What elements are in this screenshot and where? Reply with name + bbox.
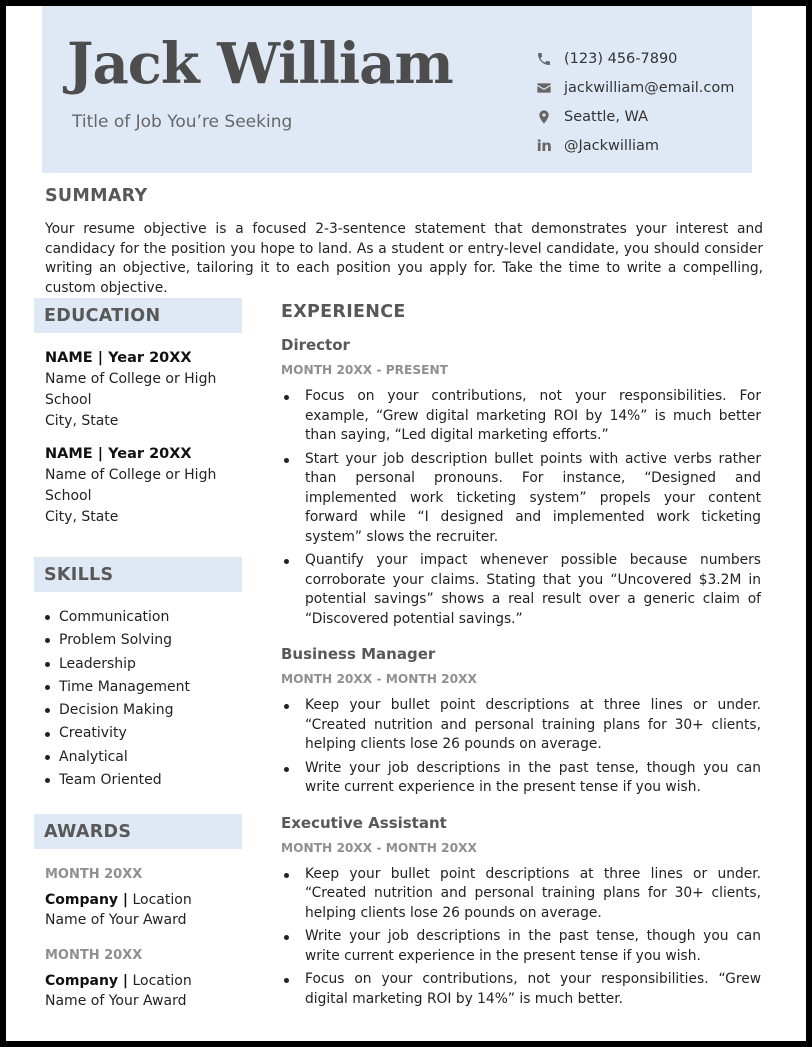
contact-location: Seattle, WA <box>536 102 734 131</box>
job-bullet: Quantify your impact whenever possible b… <box>281 551 761 629</box>
contact-phone: (123) 456-7890 <box>536 44 734 73</box>
skill-item: Communication <box>45 606 242 629</box>
job-bullet: Focus on your contributions, not your re… <box>281 970 761 1009</box>
job-dates: MONTH 20XX - MONTH 20XX <box>281 672 477 686</box>
awards-heading: AWARDS <box>44 821 132 842</box>
award-company-line: Company | Location <box>45 891 242 911</box>
skill-item: Decision Making <box>45 699 242 722</box>
summary-text: Your resume objective is a focused 2-3-s… <box>45 221 763 297</box>
job-dates: MONTH 20XX - MONTH 20XX <box>281 840 477 855</box>
award-entry: MONTH 20XX Company | Location Name of Yo… <box>34 867 242 930</box>
linkedin-icon: in <box>536 136 552 155</box>
location-pin-icon <box>536 109 552 125</box>
job-bullet: Keep your bullet point descriptions at t… <box>281 696 761 755</box>
education-heading-bar: EDUCATION <box>34 298 242 333</box>
skills-heading: SKILLS <box>44 564 114 585</box>
job-entry: Director MONTH 20XX - PRESENT Focus on y… <box>281 336 761 629</box>
education-entry: NAME | Year 20XX Name of College or High… <box>34 444 242 528</box>
left-column: EDUCATION NAME | Year 20XX Name of Colle… <box>34 298 242 1011</box>
email-address[interactable]: jackwilliam@email.com <box>564 80 734 96</box>
job-bullet: Focus on your contributions, not your re… <box>281 387 761 446</box>
job-role: Director <box>281 336 350 354</box>
resume-page: Jack William Title of Job You’re Seeking… <box>6 6 806 1041</box>
job-entry: Executive Assistant MONTH 20XX - MONTH 2… <box>281 814 761 1010</box>
award-entry: MONTH 20XX Company | Location Name of Yo… <box>34 948 242 1011</box>
candidate-name: Jack William <box>67 31 454 97</box>
job-bullets: Keep your bullet point descriptions at t… <box>281 865 761 1010</box>
job-bullet: Keep your bullet point descriptions at t… <box>281 865 761 924</box>
envelope-icon <box>536 80 552 96</box>
education-location: City, State <box>45 413 119 429</box>
awards-heading-bar: AWARDS <box>34 814 242 850</box>
award-company-line: Company | Location <box>45 972 242 992</box>
skills-list: Communication Problem Solving Leadership… <box>34 606 242 792</box>
contact-email: jackwilliam@email.com <box>536 73 734 102</box>
job-bullet: Start your job description bullet points… <box>281 450 761 548</box>
job-bullet: Write your job descriptions in the past … <box>281 927 761 966</box>
award-name: Name of Your Award <box>45 992 187 1009</box>
award-location: Location <box>132 892 192 909</box>
job-dates: MONTH 20XX - PRESENT <box>281 363 449 377</box>
phone-number: (123) 456-7890 <box>564 50 678 67</box>
education-location: City, State <box>45 509 119 525</box>
education-degree-year: NAME | Year 20XX <box>45 350 192 366</box>
contact-list: (123) 456-7890 jackwilliam@email.com Sea… <box>536 44 735 160</box>
phone-icon <box>536 51 552 67</box>
award-date: MONTH 20XX <box>45 948 143 964</box>
experience-heading: EXPERIENCE <box>281 302 406 322</box>
skill-item: Creativity <box>45 722 242 745</box>
education-heading: EDUCATION <box>44 305 161 326</box>
award-company: Company | <box>45 892 129 909</box>
award-location: Location <box>132 973 192 990</box>
job-role: Executive Assistant <box>281 813 447 832</box>
education-school: Name of College or High School <box>45 371 217 408</box>
award-name: Name of Your Award <box>45 911 187 928</box>
skill-item: Leadership <box>45 653 242 676</box>
contact-linkedin: in @Jackwilliam <box>536 131 734 160</box>
skill-item: Time Management <box>45 676 242 699</box>
award-company: Company | <box>45 973 129 990</box>
job-title: Title of Job You’re Seeking <box>72 112 293 132</box>
linkedin-handle[interactable]: @Jackwilliam <box>564 138 659 154</box>
job-bullets: Focus on your contributions, not your re… <box>281 387 761 629</box>
skill-item: Team Oriented <box>45 769 242 792</box>
job-bullet: Write your job descriptions in the past … <box>281 759 761 798</box>
education-school: Name of College or High School <box>45 467 217 504</box>
summary-heading: SUMMARY <box>45 186 148 206</box>
skill-item: Analytical <box>45 746 242 769</box>
education-degree-year: NAME | Year 20XX <box>45 446 192 462</box>
job-entry: Business Manager MONTH 20XX - MONTH 20XX… <box>281 645 761 798</box>
skills-heading-bar: SKILLS <box>34 557 242 592</box>
location-text: Seattle, WA <box>564 108 649 125</box>
job-role: Business Manager <box>281 645 436 663</box>
right-column: EXPERIENCE Director MONTH 20XX - PRESENT… <box>281 302 761 1025</box>
skill-item: Problem Solving <box>45 629 242 652</box>
award-date: MONTH 20XX <box>45 867 143 883</box>
resume-header: Jack William Title of Job You’re Seeking… <box>42 6 752 173</box>
job-bullets: Keep your bullet point descriptions at t… <box>281 696 761 798</box>
education-entry: NAME | Year 20XX Name of College or High… <box>34 348 242 432</box>
